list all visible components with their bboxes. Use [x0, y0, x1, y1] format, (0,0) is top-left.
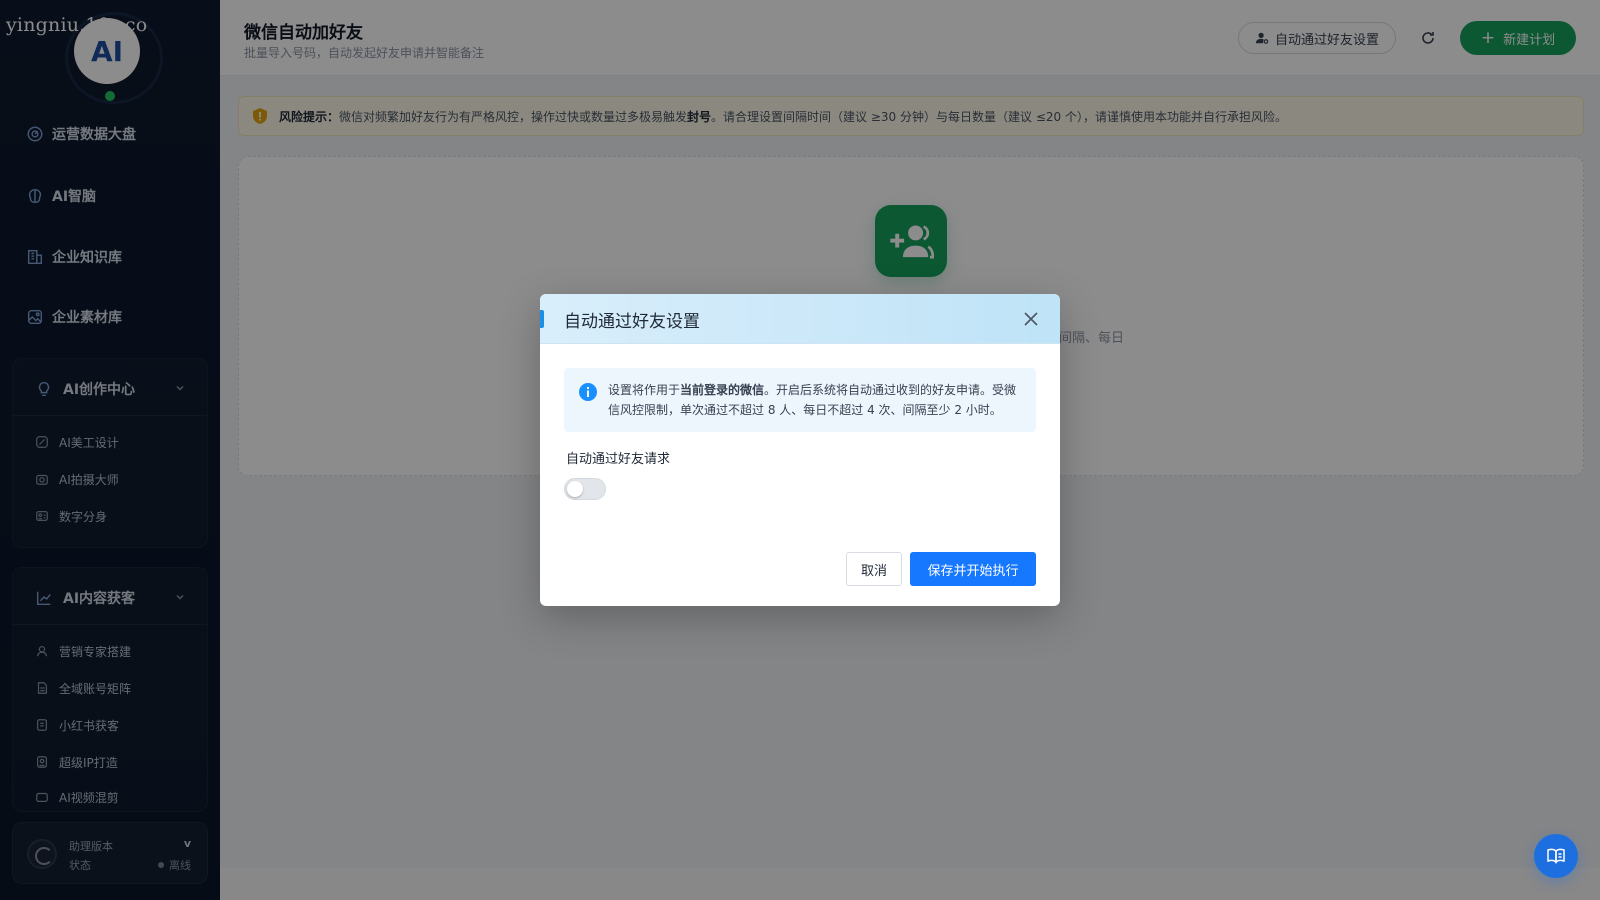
- auto-accept-settings-dialog: 自动通过好友设置 设置将作用于当前登录的微信。开启后系统将自动通过收到的好友申请…: [540, 294, 1060, 606]
- cancel-button[interactable]: 取消: [846, 552, 902, 586]
- save-and-run-button[interactable]: 保存并开始执行: [910, 552, 1036, 586]
- info-emphasis: 当前登录的微信: [680, 383, 765, 397]
- toggle-label: 自动通过好友请求: [566, 452, 671, 467]
- close-icon[interactable]: [1022, 310, 1040, 328]
- info-text: 设置将作用于: [608, 383, 681, 397]
- dialog-title: 自动通过好友设置: [564, 312, 700, 332]
- book-icon: [1547, 848, 1565, 864]
- help-docs-button[interactable]: [1534, 834, 1578, 878]
- toggle-knob: [567, 481, 583, 497]
- auto-accept-toggle[interactable]: [564, 478, 606, 500]
- dialog-header: 自动通过好友设置: [540, 294, 1060, 344]
- info-notice: 设置将作用于当前登录的微信。开启后系统将自动通过收到的好友申请。受微信风控限制，…: [564, 368, 1036, 432]
- info-icon: [579, 383, 597, 401]
